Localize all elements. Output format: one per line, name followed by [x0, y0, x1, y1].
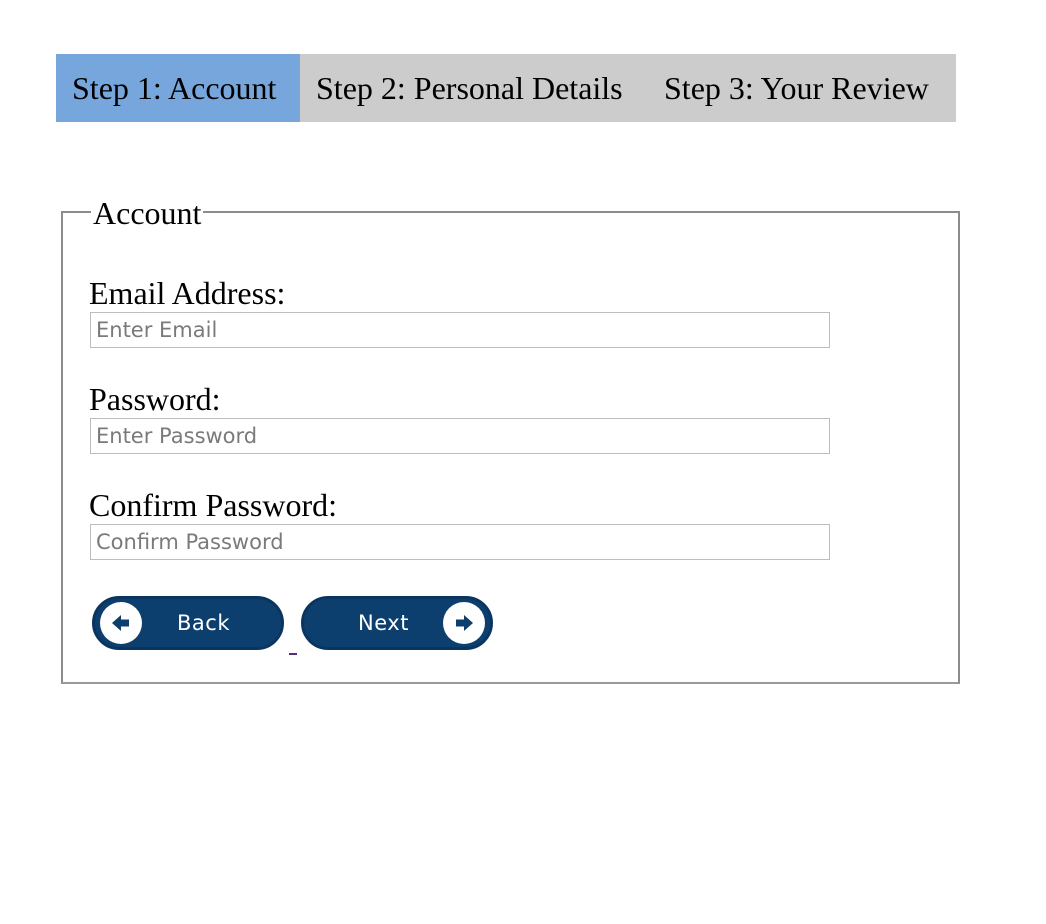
next-button-label: Next — [358, 611, 409, 635]
tab-label: Step 3: Your Review — [664, 69, 929, 106]
next-button[interactable]: Next — [301, 596, 493, 650]
link-underline — [289, 653, 297, 655]
email-field[interactable] — [90, 312, 830, 348]
arrow-left-icon — [100, 602, 142, 644]
confirm-password-label: Confirm Password: — [89, 487, 337, 523]
back-button[interactable]: Back — [92, 596, 284, 650]
wizard-steps: Step 1: Account Step 2: Personal Details… — [56, 54, 956, 122]
fieldset-legend: Account — [91, 195, 204, 231]
tab-label: Step 2: Personal Details — [316, 69, 623, 106]
back-button-label: Back — [177, 611, 230, 635]
password-label: Password: — [89, 381, 221, 417]
confirm-password-field[interactable] — [90, 524, 830, 560]
account-fieldset: Account Email Address: Password: Confirm… — [61, 196, 960, 684]
tab-step-1-account[interactable]: Step 1: Account — [56, 54, 300, 122]
email-label: Email Address: — [89, 275, 286, 311]
password-field[interactable] — [90, 418, 830, 454]
tab-label: Step 1: Account — [72, 69, 277, 106]
tab-step-2-personal-details[interactable]: Step 2: Personal Details — [300, 54, 648, 122]
tab-step-3-your-review[interactable]: Step 3: Your Review — [648, 54, 929, 122]
arrow-right-icon — [443, 602, 485, 644]
